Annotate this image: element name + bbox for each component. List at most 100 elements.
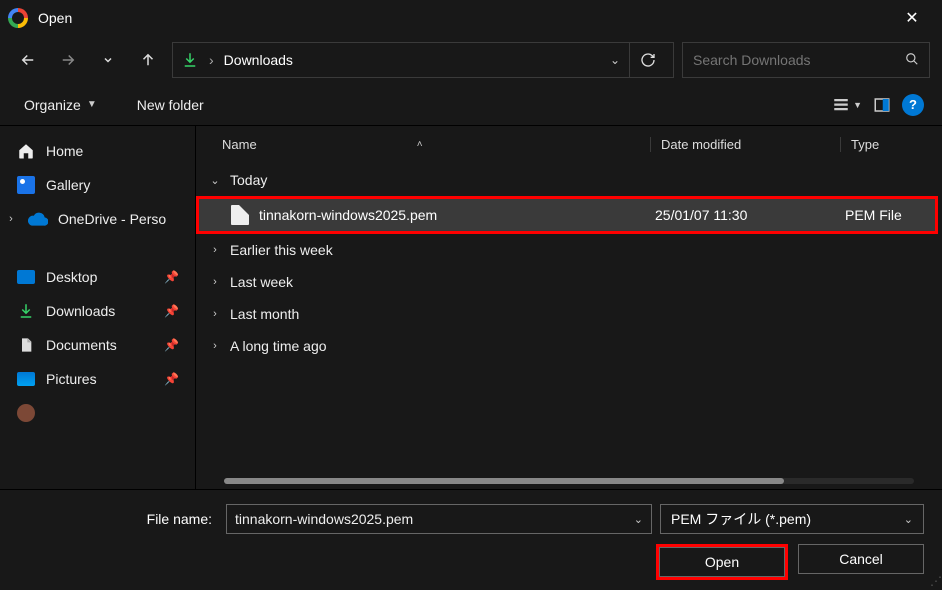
command-bar: Organize ▼ New folder ▼ ? <box>0 84 942 126</box>
sidebar-item-onedrive[interactable]: › OneDrive - Perso <box>0 202 195 236</box>
bottom-panel: File name: ⌄ PEM ファイル (*.pem) ⌄ Open Can… <box>0 489 942 590</box>
filename-combobox[interactable]: ⌄ <box>226 504 652 534</box>
pin-icon: 📌 <box>164 270 179 284</box>
cancel-button[interactable]: Cancel <box>798 544 924 574</box>
address-bar[interactable]: › Downloads ⌄ <box>172 42 674 78</box>
preview-pane-button[interactable] <box>866 91 898 119</box>
group-label: Last month <box>230 306 299 322</box>
column-header-type[interactable]: Type <box>840 137 930 152</box>
sidebar-label: Downloads <box>46 303 115 319</box>
unknown-icon <box>16 403 36 423</box>
dropdown-icon: ▼ <box>87 99 97 110</box>
file-icon <box>231 205 249 225</box>
breadcrumb-location[interactable]: Downloads <box>224 52 600 68</box>
search-box[interactable] <box>682 42 930 78</box>
file-type-filter[interactable]: PEM ファイル (*.pem) ⌄ <box>660 504 924 534</box>
resize-grip[interactable]: ⋰ <box>930 574 940 588</box>
column-header-modified[interactable]: Date modified <box>650 137 840 152</box>
file-group-longago[interactable]: › A long time ago <box>196 330 942 362</box>
sort-indicator-icon: ˄ <box>417 139 423 150</box>
scrollbar-thumb[interactable] <box>224 478 784 484</box>
file-list: ⌄ Today tinnakorn-windows2025.pem 25/01/… <box>196 162 942 473</box>
expand-icon[interactable]: › <box>208 340 222 352</box>
file-group-earlier[interactable]: › Earlier this week <box>196 234 942 266</box>
help-button[interactable]: ? <box>902 94 924 116</box>
organize-button[interactable]: Organize ▼ <box>18 93 103 117</box>
sidebar-label: Gallery <box>46 177 90 193</box>
filename-label: File name: <box>18 511 218 527</box>
organize-label: Organize <box>24 97 81 113</box>
titlebar: Open ✕ <box>0 0 942 36</box>
downloads-folder-icon <box>181 51 199 69</box>
new-folder-button[interactable]: New folder <box>131 93 210 117</box>
downloads-icon <box>16 301 36 321</box>
new-folder-label: New folder <box>137 97 204 113</box>
sidebar-item-pictures[interactable]: Pictures 📌 <box>0 362 195 396</box>
sidebar-item-desktop[interactable]: Desktop 📌 <box>0 260 195 294</box>
sidebar-label: Home <box>46 143 83 159</box>
sidebar-label: Pictures <box>46 371 97 387</box>
sidebar-label: OneDrive - Perso <box>58 211 166 227</box>
group-label: Today <box>230 172 267 188</box>
sidebar-item-documents[interactable]: Documents 📌 <box>0 328 195 362</box>
dropdown-icon: ▼ <box>853 100 862 110</box>
open-dialog: Open ✕ › Downloads ⌄ <box>0 0 942 590</box>
file-list-pane: Name ˄ Date modified Type ⌄ Today tinnak… <box>196 126 942 489</box>
dropdown-icon[interactable]: ⌄ <box>634 513 643 526</box>
home-icon <box>16 141 36 161</box>
expand-icon[interactable]: › <box>208 244 222 256</box>
column-header-name[interactable]: Name ˄ <box>222 137 650 152</box>
file-group-today[interactable]: ⌄ Today <box>196 164 942 196</box>
gallery-icon <box>16 175 36 195</box>
view-mode-button[interactable]: ▼ <box>831 96 862 114</box>
filter-label: PEM ファイル (*.pem) <box>671 509 811 529</box>
main-area: Home Gallery › OneDrive - Perso Desktop … <box>0 126 942 489</box>
collapse-icon[interactable]: ⌄ <box>208 174 222 187</box>
expand-icon[interactable]: › <box>4 213 18 225</box>
group-label: A long time ago <box>230 338 327 354</box>
pin-icon: 📌 <box>164 304 179 318</box>
file-modified: 25/01/07 11:30 <box>655 207 845 223</box>
nav-bar: › Downloads ⌄ <box>0 36 942 84</box>
search-input[interactable] <box>693 52 905 68</box>
group-label: Last week <box>230 274 293 290</box>
sidebar-label: Desktop <box>46 269 97 285</box>
column-headers[interactable]: Name ˄ Date modified Type <box>196 126 942 162</box>
recent-locations-button[interactable] <box>92 44 124 76</box>
address-dropdown-icon[interactable]: ⌄ <box>610 53 620 67</box>
filename-input[interactable] <box>235 511 634 527</box>
desktop-icon <box>16 267 36 287</box>
expand-icon[interactable]: › <box>208 308 222 320</box>
file-item-selected[interactable]: tinnakorn-windows2025.pem 25/01/07 11:30… <box>199 199 935 231</box>
forward-button[interactable] <box>52 44 84 76</box>
pictures-icon <box>16 369 36 389</box>
file-group-lastmonth[interactable]: › Last month <box>196 298 942 330</box>
up-button[interactable] <box>132 44 164 76</box>
group-label: Earlier this week <box>230 242 333 258</box>
sidebar-label: Documents <box>46 337 117 353</box>
file-group-lastweek[interactable]: › Last week <box>196 266 942 298</box>
refresh-button[interactable] <box>629 42 665 78</box>
sidebar-item-unknown[interactable] <box>0 396 195 430</box>
column-label: Name <box>222 137 257 152</box>
sidebar-item-downloads[interactable]: Downloads 📌 <box>0 294 195 328</box>
file-type: PEM File <box>845 207 935 223</box>
back-button[interactable] <box>12 44 44 76</box>
expand-icon[interactable]: › <box>208 276 222 288</box>
horizontal-scrollbar[interactable] <box>196 473 942 489</box>
open-button[interactable]: Open <box>659 547 785 577</box>
pin-icon: 📌 <box>164 372 179 386</box>
navigation-pane: Home Gallery › OneDrive - Perso Desktop … <box>0 126 196 489</box>
file-name: tinnakorn-windows2025.pem <box>259 207 655 223</box>
sidebar-item-gallery[interactable]: Gallery <box>0 168 195 202</box>
onedrive-icon <box>28 209 48 229</box>
sidebar-item-home[interactable]: Home <box>0 134 195 168</box>
search-icon <box>905 52 919 69</box>
window-title: Open <box>38 10 890 26</box>
dropdown-icon[interactable]: ⌄ <box>904 513 913 526</box>
breadcrumb-separator-icon: › <box>209 52 214 68</box>
chrome-icon <box>8 8 28 28</box>
pin-icon: 📌 <box>164 338 179 352</box>
documents-icon <box>16 335 36 355</box>
close-button[interactable]: ✕ <box>890 0 934 36</box>
